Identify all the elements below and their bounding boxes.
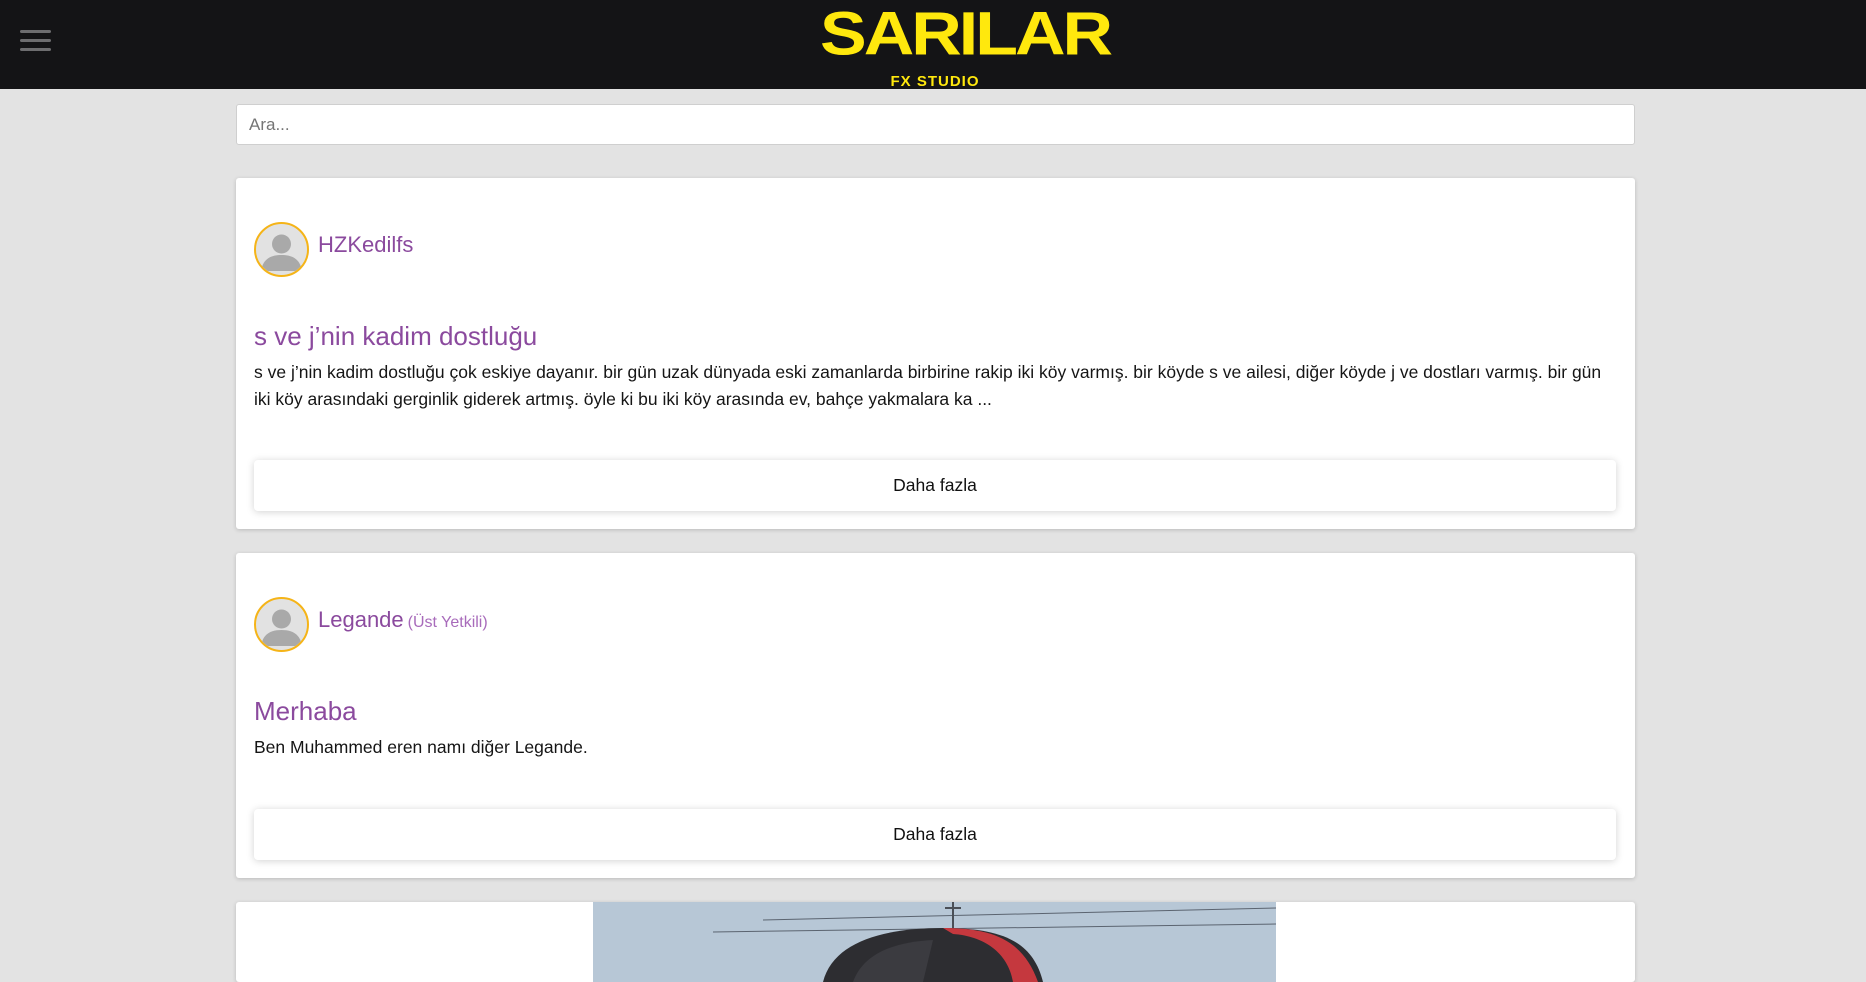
avatar-icon[interactable] bbox=[254, 597, 309, 652]
author-username[interactable]: HZKedilfs bbox=[318, 232, 413, 257]
logo-wordmark: SARILAR bbox=[820, 0, 1113, 68]
post-image[interactable] bbox=[593, 902, 1276, 982]
menu-line bbox=[20, 39, 51, 42]
search-input[interactable] bbox=[236, 104, 1635, 145]
post-card: Legande (Üst Yetkili) Merhaba Ben Muhamme… bbox=[236, 553, 1635, 878]
hamburger-menu-icon[interactable] bbox=[20, 28, 52, 54]
read-more-button[interactable]: Daha fazla bbox=[254, 809, 1616, 860]
author-name[interactable]: Legande (Üst Yetkili) bbox=[318, 607, 488, 633]
read-more-button[interactable]: Daha fazla bbox=[254, 460, 1616, 511]
menu-line bbox=[20, 48, 51, 51]
menu-line bbox=[20, 30, 51, 33]
post-title[interactable]: s ve j’nin kadim dostluğu bbox=[254, 321, 537, 352]
post-card bbox=[236, 902, 1635, 982]
author-name[interactable]: HZKedilfs bbox=[318, 232, 413, 258]
train-photo-icon bbox=[593, 902, 1276, 982]
author-role-badge: (Üst Yetkili) bbox=[407, 614, 488, 631]
avatar-icon[interactable] bbox=[254, 222, 309, 277]
top-navbar: SARILAR FX STUDIO bbox=[0, 0, 1866, 90]
post-excerpt: s ve j’nin kadim dostluğu çok eskiye day… bbox=[254, 362, 1602, 409]
post-title[interactable]: Merhaba bbox=[254, 696, 357, 727]
post-card: HZKedilfs s ve j’nin kadim dostluğu s ve… bbox=[236, 178, 1635, 529]
site-logo[interactable]: SARILAR FX STUDIO bbox=[820, 0, 1113, 90]
logo-subtitle: FX STUDIO bbox=[890, 73, 980, 90]
author-username[interactable]: Legande bbox=[318, 607, 404, 632]
post-excerpt: Ben Muhammed eren namı diğer Legande. bbox=[254, 737, 588, 757]
